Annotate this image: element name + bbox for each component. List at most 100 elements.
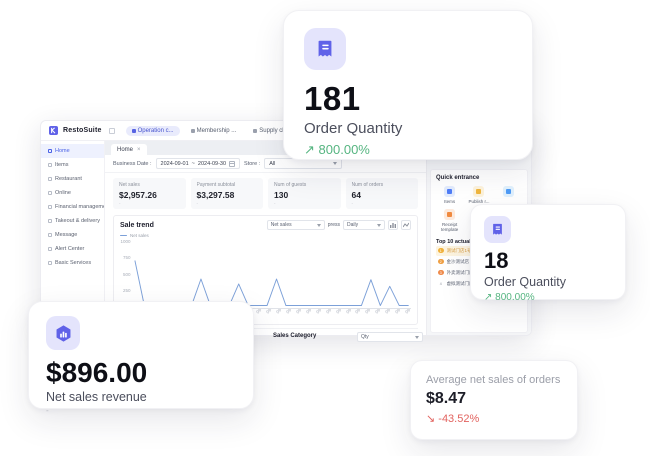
sidebar-item-message[interactable]: Message bbox=[41, 228, 104, 242]
stat-sub: - bbox=[197, 201, 258, 206]
date-separator: ~ bbox=[192, 161, 195, 167]
online-icon bbox=[48, 191, 52, 195]
qty-select[interactable]: Qty bbox=[357, 332, 423, 342]
nav-membership[interactable]: Membership ... bbox=[185, 126, 243, 136]
stat-label: Num of guests bbox=[274, 182, 335, 188]
stat-value: 64 bbox=[352, 190, 413, 200]
sidebar-item-label: Restaurant bbox=[55, 176, 82, 182]
sidebar-item-online[interactable]: Online bbox=[41, 186, 104, 200]
y-ticks: 10007505002500 bbox=[120, 239, 133, 309]
stat-sub: - bbox=[352, 201, 413, 206]
metric-value: Net sales bbox=[271, 222, 292, 228]
sidebar-item-basic-services[interactable]: Basic Services bbox=[41, 256, 104, 270]
metric-select[interactable]: Net sales bbox=[267, 220, 325, 230]
nav-operation-center[interactable]: Operation c... bbox=[126, 126, 180, 136]
gold-medal-icon: 1 bbox=[438, 248, 444, 254]
change-indicator: ↗ 800.00% bbox=[304, 142, 512, 158]
order-quantity-value: 181 bbox=[304, 80, 512, 118]
quick-item-items[interactable]: Items bbox=[436, 186, 463, 204]
line-chart-icon bbox=[403, 222, 409, 228]
nav-label: Membership ... bbox=[197, 128, 237, 134]
sidebar-item-restaurant[interactable]: Restaurant bbox=[41, 172, 104, 186]
store-value: All bbox=[269, 161, 275, 167]
chevron-down-icon bbox=[415, 336, 419, 339]
membership-icon bbox=[191, 129, 195, 133]
net-sales-revenue-card: $896.00 Net sales revenue - bbox=[28, 301, 254, 409]
sidebar-item-label: Takeout & delivery bbox=[55, 218, 100, 224]
sidebar-item-items[interactable]: Items bbox=[41, 158, 104, 172]
stat-payment-subtotal: Payment subtotal $3,297.58 - bbox=[191, 178, 264, 209]
date-range-input[interactable]: 2024-09-01 ~ 2024-09-30 bbox=[156, 158, 241, 169]
stat-num-of-guests: Num of guests 130 - bbox=[268, 178, 341, 209]
sale-trend-chart bbox=[133, 239, 411, 309]
stat-label: Num of orders bbox=[352, 182, 413, 188]
y-tick-label: 500 bbox=[123, 272, 131, 277]
items-icon bbox=[444, 186, 455, 197]
period-select[interactable]: Daily bbox=[343, 220, 385, 230]
change-percent: 800.00% bbox=[495, 292, 534, 303]
x-tick-label: 09-28 bbox=[404, 309, 411, 315]
stat-label: Net sales bbox=[119, 182, 180, 188]
sales-category-title: Sales Category bbox=[273, 333, 316, 339]
tab-label: Home bbox=[117, 147, 133, 153]
quick-entry-icon bbox=[503, 186, 514, 197]
store-label: Store : bbox=[244, 161, 260, 167]
trend-down-icon: ↘ bbox=[426, 413, 435, 425]
brand-name: RestoSuite bbox=[63, 127, 102, 134]
sidebar-item-label: Home bbox=[55, 148, 70, 154]
legend-label: Net sales bbox=[130, 233, 149, 238]
stats-row: Net sales $2,957.26 - Payment subtotal $… bbox=[105, 173, 426, 213]
sidebar-item-financial-management[interactable]: Financial management bbox=[41, 200, 104, 214]
change-percent: -43.52% bbox=[438, 413, 479, 425]
stat-sub: - bbox=[274, 201, 335, 206]
y-tick-label: 1000 bbox=[120, 239, 130, 244]
nav-label: Operation c... bbox=[138, 128, 174, 134]
sidebar-item-label: Message bbox=[55, 232, 77, 238]
y-tick-label: 750 bbox=[123, 255, 131, 260]
chevron-down-icon bbox=[333, 162, 337, 165]
screenshot-stage: RestoSuite Operation c... Membership ...… bbox=[0, 0, 650, 456]
order-quantity-value: 18 bbox=[484, 248, 612, 274]
order-quantity-label: Order Quantity bbox=[484, 275, 612, 289]
quick-item-3[interactable] bbox=[495, 186, 522, 204]
quick-item-publish[interactable]: Publish r... bbox=[465, 186, 492, 204]
close-icon[interactable]: × bbox=[137, 147, 141, 153]
net-sales-value: $896.00 bbox=[46, 357, 236, 389]
sidebar-item-label: Financial management bbox=[55, 204, 104, 210]
receipt-icon bbox=[484, 216, 511, 243]
chevron-down-icon bbox=[317, 224, 321, 227]
stat-value: 130 bbox=[274, 190, 335, 200]
average-net-sales-label: Average net sales of orders bbox=[426, 374, 562, 386]
business-date-label: Business Date : bbox=[113, 161, 152, 167]
sidebar-item-home[interactable]: Home bbox=[41, 144, 104, 158]
sidebar-item-takeout-delivery[interactable]: Takeout & delivery bbox=[41, 214, 104, 228]
restosuite-logo-icon bbox=[49, 126, 58, 135]
collapse-menu-icon[interactable] bbox=[109, 128, 115, 134]
stat-sub: - bbox=[119, 201, 180, 206]
bar-chart-toggle-button[interactable] bbox=[388, 220, 398, 230]
stat-net-sales: Net sales $2,957.26 - bbox=[113, 178, 186, 209]
sidebar-item-alert-center[interactable]: Alert Center bbox=[41, 242, 104, 256]
calendar-icon bbox=[229, 161, 235, 167]
quick-item-label: Items bbox=[444, 199, 455, 204]
takeout-icon bbox=[48, 219, 52, 223]
legend-line-swatch bbox=[120, 235, 127, 237]
net-sales-label: Net sales revenue bbox=[46, 390, 236, 404]
bar-chart-icon bbox=[390, 222, 396, 228]
line-chart-toggle-button[interactable] bbox=[401, 220, 411, 230]
average-net-sales-card: Average net sales of orders $8.47 ↘ -43.… bbox=[410, 360, 578, 440]
quick-item-receipt-template[interactable]: Receipt template bbox=[436, 209, 463, 232]
tab-home[interactable]: Home × bbox=[111, 144, 147, 155]
qty-value: Qty bbox=[361, 334, 369, 340]
supply-chain-icon bbox=[253, 129, 257, 133]
net-sales-sub: - bbox=[46, 406, 236, 415]
alert-icon bbox=[48, 247, 52, 251]
sidebar-item-label: Online bbox=[55, 190, 71, 196]
quick-item-label: Receipt template bbox=[436, 222, 463, 232]
hexagon-chart-icon bbox=[46, 316, 80, 350]
home-icon bbox=[48, 149, 52, 153]
stat-value: $2,957.26 bbox=[119, 190, 180, 200]
rank-number: 4 bbox=[438, 281, 444, 287]
trend-up-icon: ↗ bbox=[484, 292, 492, 303]
sale-trend-header: Sale trend Net sales press Daily bbox=[120, 220, 411, 230]
